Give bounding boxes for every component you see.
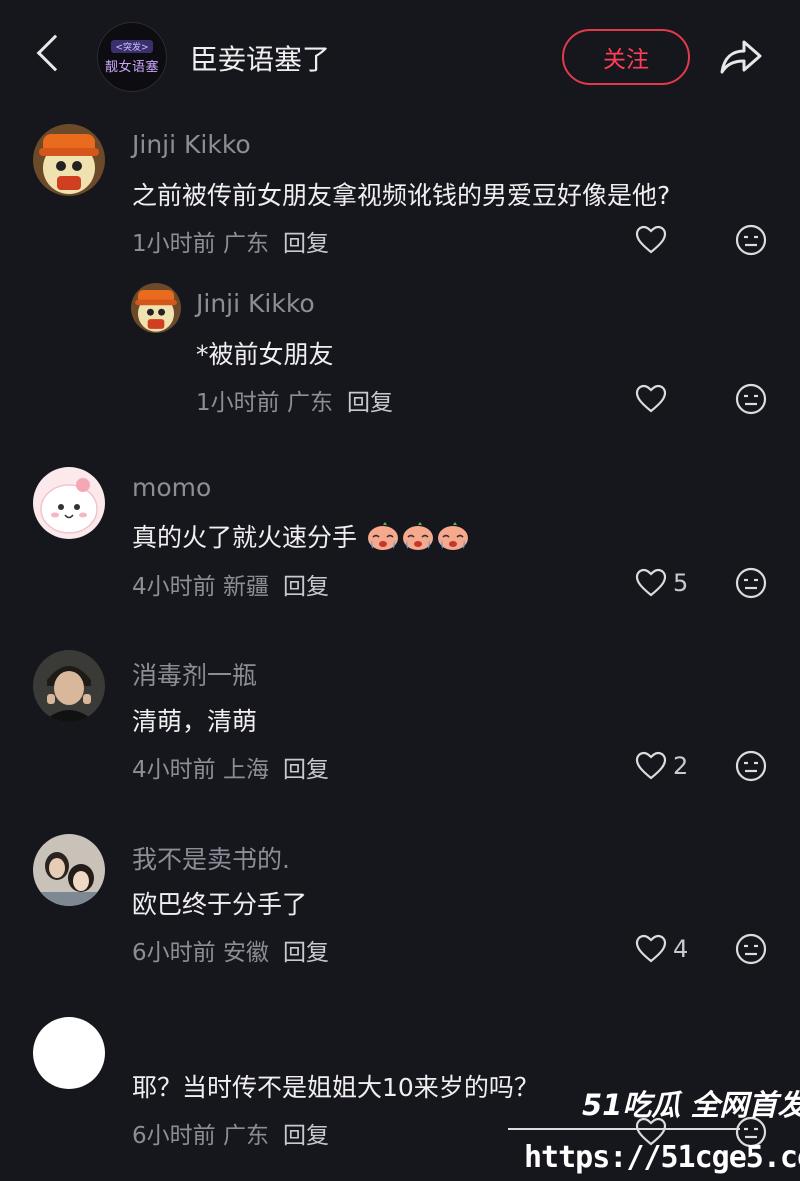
share-button[interactable] xyxy=(716,34,764,78)
meh-face-icon xyxy=(735,383,767,415)
comment-meta: 4小时前 新疆 回复 xyxy=(132,567,329,601)
comment-meta: 6小时前 安徽 回复 xyxy=(132,933,329,967)
watermark: 51吃瓜 全网首发 https://51cge5.com xyxy=(500,1080,800,1181)
meh-face-icon xyxy=(735,933,767,965)
like-button[interactable]: 5 xyxy=(635,566,688,600)
like-count: 2 xyxy=(673,752,689,780)
dislike-button[interactable] xyxy=(735,933,767,965)
comment-time-location: 4小时前 上海 xyxy=(132,757,269,783)
avatar-image xyxy=(33,467,105,539)
like-button[interactable]: 2 xyxy=(635,749,688,783)
comment-text: 耶？当时传不是姐姐大10来岁的吗？ xyxy=(132,1073,539,1102)
meh-face-icon xyxy=(735,224,767,256)
like-count: 4 xyxy=(673,935,689,963)
comment-username[interactable]: Jinji Kikko xyxy=(132,130,251,159)
avatar-image xyxy=(33,124,105,196)
comment-meta: 1小时前 广东 回复 xyxy=(132,224,329,258)
comment-text: 之前被传前女朋友拿视频讹钱的男爱豆好像是他? xyxy=(132,181,671,210)
dislike-button[interactable] xyxy=(735,224,767,256)
comment-time-location: 4小时前 新疆 xyxy=(132,574,269,600)
comment-text: 真的火了就火速分手 xyxy=(132,518,470,554)
watermark-divider xyxy=(508,1128,740,1130)
avatar-image xyxy=(131,283,181,333)
reply-button[interactable]: 回复 xyxy=(347,390,393,416)
like-count: 5 xyxy=(673,569,689,597)
like-button[interactable] xyxy=(635,223,673,257)
comment-time-location: 1小时前 广东 xyxy=(132,231,269,257)
avatar[interactable] xyxy=(131,283,181,333)
comment-username[interactable]: Jinji Kikko xyxy=(196,289,315,318)
heart-icon xyxy=(635,225,667,254)
share-arrow-icon xyxy=(720,40,762,74)
watermark-brand: 51吃瓜 全网首发 xyxy=(582,1088,800,1122)
dislike-button[interactable] xyxy=(735,567,767,599)
avatar[interactable] xyxy=(33,467,105,539)
comment-text-body: 真的火了就火速分手 xyxy=(132,523,358,552)
comment-meta: 6小时前 广东 回复 xyxy=(132,1116,329,1150)
header-bar: <突发> 靓女语塞 臣妾语塞了 关注 xyxy=(0,0,800,116)
chevron-left-icon xyxy=(36,34,74,72)
crying-icon xyxy=(367,522,398,550)
follow-button[interactable]: 关注 xyxy=(562,29,690,85)
heart-icon xyxy=(635,751,667,780)
crying-icon xyxy=(402,522,433,550)
heart-icon xyxy=(635,568,667,597)
dislike-button[interactable] xyxy=(735,750,767,782)
comment-meta: 4小时前 上海 回复 xyxy=(132,750,329,784)
avatar[interactable] xyxy=(33,650,105,722)
avatar[interactable] xyxy=(33,834,105,906)
avatar-image xyxy=(33,834,105,906)
channel-avatar-tag: <突发> xyxy=(111,39,153,53)
reply-button[interactable]: 回复 xyxy=(283,574,329,600)
like-button[interactable] xyxy=(635,382,673,416)
comment-username[interactable]: momo xyxy=(132,473,211,502)
avatar[interactable] xyxy=(33,1017,105,1089)
comment-time-location: 6小时前 安徽 xyxy=(132,940,269,966)
comment-time-location: 6小时前 广东 xyxy=(132,1123,269,1149)
meh-face-icon xyxy=(735,750,767,782)
reply-button[interactable]: 回复 xyxy=(283,1123,329,1149)
watermark-url: https://51cge5.com xyxy=(524,1140,800,1175)
comment-text: 清萌，清萌 xyxy=(132,707,258,736)
comment-username[interactable]: 消毒剂一瓶 xyxy=(132,656,257,692)
meh-face-icon xyxy=(735,567,767,599)
reply-button[interactable]: 回复 xyxy=(283,231,329,257)
comment-text: *被前女朋友 xyxy=(196,340,334,369)
channel-avatar-name: 靓女语塞 xyxy=(104,59,159,75)
back-button[interactable] xyxy=(32,34,74,80)
avatar[interactable] xyxy=(33,124,105,196)
comment-time-location: 1小时前 广东 xyxy=(196,390,333,416)
comment-meta: 1小时前 广东 回复 xyxy=(196,383,393,417)
avatar-image xyxy=(33,650,105,722)
comment-username[interactable]: 我不是卖书的. xyxy=(132,840,290,876)
reply-button[interactable]: 回复 xyxy=(283,940,329,966)
crying-icon xyxy=(437,522,468,550)
heart-icon xyxy=(635,934,667,963)
like-button[interactable]: 4 xyxy=(635,932,688,966)
dislike-button[interactable] xyxy=(735,383,767,415)
channel-avatar[interactable]: <突发> 靓女语塞 xyxy=(97,22,167,92)
reply-button[interactable]: 回复 xyxy=(283,757,329,783)
heart-icon xyxy=(635,384,667,413)
channel-title[interactable]: 臣妾语塞了 xyxy=(190,38,330,78)
comment-text: 欧巴终于分手了 xyxy=(132,890,308,919)
